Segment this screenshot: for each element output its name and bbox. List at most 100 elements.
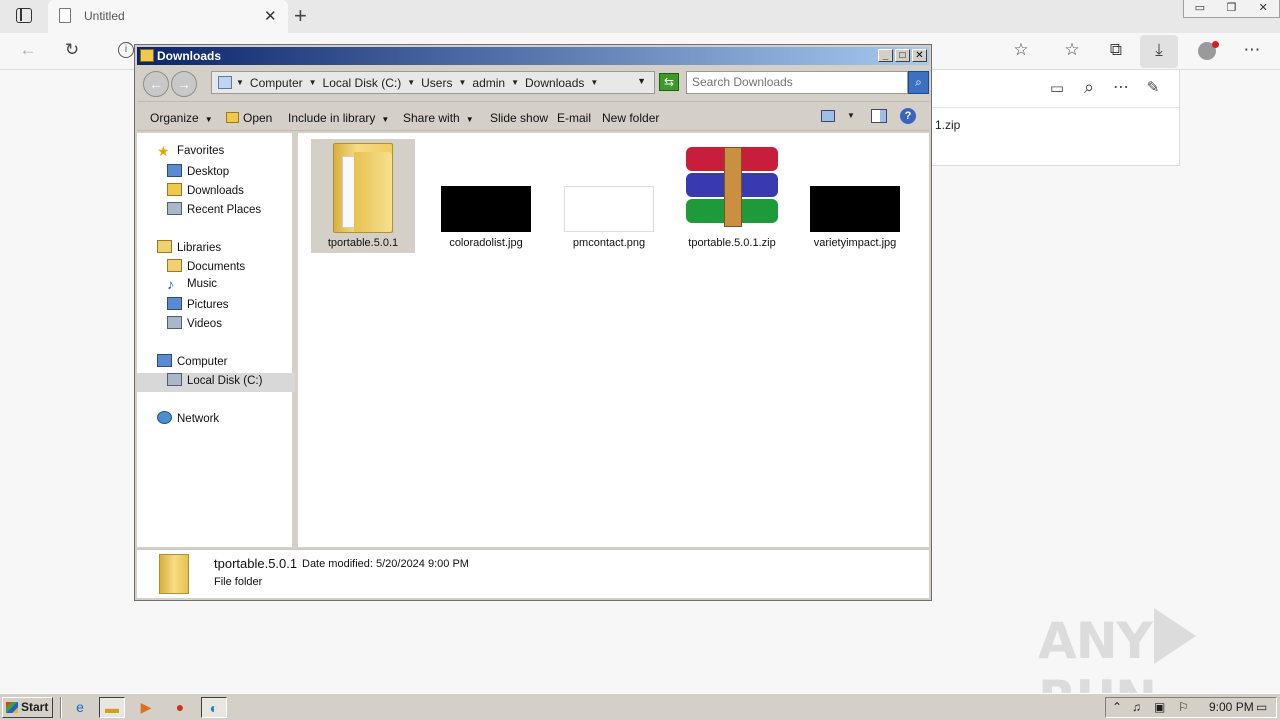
- search-icon[interactable]: ⌕: [908, 71, 929, 94]
- recent-places-icon: [167, 202, 182, 215]
- volume-icon[interactable]: ♫: [1132, 700, 1141, 714]
- downloads-panel-header: ▭ ⌕ ⋯ ✎: [931, 70, 1179, 108]
- file-name: varietyimpact.jpg: [813, 237, 897, 249]
- details-name: tportable.5.0.1: [214, 556, 298, 571]
- libraries-icon: [157, 240, 172, 253]
- videos-icon: [167, 316, 182, 329]
- open-button[interactable]: Open: [226, 111, 272, 125]
- add-favorite-icon[interactable]: ☆: [1009, 40, 1033, 60]
- command-bar: Organize ▼ Open Include in library ▼ Share…: [137, 101, 929, 131]
- file-item[interactable]: tportable.5.0.1.zip: [680, 139, 784, 253]
- file-name: coloradolist.jpg: [449, 237, 523, 249]
- pin-icon[interactable]: ✎: [1141, 78, 1165, 96]
- file-item[interactable]: coloradolist.jpg: [434, 139, 538, 253]
- folder-icon: [333, 143, 393, 233]
- slide-show-button[interactable]: Slide show: [490, 111, 548, 125]
- refresh-icon[interactable]: ⇆: [659, 73, 679, 91]
- new-folder-button[interactable]: New folder: [602, 111, 659, 125]
- breadcrumb-item[interactable]: Users: [421, 76, 452, 90]
- show-hidden-icons-icon[interactable]: ⌃: [1112, 700, 1122, 714]
- minimize-button[interactable]: _: [878, 49, 893, 62]
- refresh-icon[interactable]: ↻: [60, 40, 84, 60]
- media-player-icon[interactable]: ▶: [133, 697, 159, 718]
- nav-pictures[interactable]: Pictures: [167, 297, 229, 316]
- downloads-panel: ▭ ⌕ ⋯ ✎ 1.zip: [930, 69, 1180, 166]
- explorer-taskbar-icon[interactable]: ▬: [99, 697, 125, 718]
- edge-icon[interactable]: ◐: [201, 697, 227, 718]
- restore-button[interactable]: ❐: [1216, 0, 1248, 17]
- nav-recent-places[interactable]: Recent Places: [167, 202, 261, 221]
- file-item[interactable]: tportable.5.0.1: [311, 139, 415, 253]
- change-view-icon[interactable]: [821, 110, 835, 122]
- breadcrumb-item[interactable]: Downloads: [525, 76, 584, 90]
- search-icon[interactable]: ⌕: [1077, 77, 1101, 98]
- page-icon: [59, 8, 71, 23]
- address-dropdown-icon[interactable]: ▼: [637, 76, 646, 86]
- collections-icon[interactable]: ⧉: [1104, 40, 1128, 60]
- tab-actions-icon[interactable]: [16, 8, 32, 23]
- back-icon[interactable]: ←: [16, 40, 40, 60]
- file-item[interactable]: pmcontact.png: [557, 139, 661, 253]
- nav-libraries[interactable]: Libraries: [157, 240, 221, 259]
- explorer-window-controls: _ □ ✕: [878, 49, 927, 62]
- include-in-library-button[interactable]: Include in library ▼: [288, 111, 389, 125]
- image-thumbnail: [564, 186, 654, 232]
- downloads-folder-icon: [167, 183, 182, 196]
- tab-title: Untitled: [84, 9, 125, 23]
- downloads-button[interactable]: ⤓: [1140, 35, 1178, 68]
- minimize-button[interactable]: ▭: [1184, 0, 1216, 17]
- internet-explorer-icon[interactable]: e: [67, 697, 93, 718]
- browser-tab[interactable]: Untitled ✕: [48, 0, 288, 33]
- nav-music[interactable]: ♪ Music: [167, 277, 217, 297]
- search-input[interactable]: [692, 72, 882, 92]
- breadcrumb-item[interactable]: Computer: [250, 76, 303, 90]
- profile-avatar[interactable]: [1198, 41, 1219, 60]
- nav-computer[interactable]: Computer: [157, 354, 228, 373]
- maximize-button[interactable]: □: [895, 49, 910, 62]
- explorer-title-bar[interactable]: Downloads _ □ ✕: [137, 47, 929, 65]
- tab-close-icon[interactable]: ✕: [264, 7, 277, 25]
- details-type: File folder: [214, 576, 263, 588]
- local-disk-icon: [167, 373, 182, 386]
- close-button[interactable]: ✕: [912, 49, 927, 62]
- favorites-icon[interactable]: ☆: [1060, 40, 1084, 60]
- nav-downloads[interactable]: Downloads: [167, 183, 244, 202]
- nav-documents[interactable]: Documents: [167, 259, 245, 278]
- file-item[interactable]: varietyimpact.jpg: [803, 139, 907, 253]
- open-folder-icon[interactable]: ▭: [1045, 79, 1069, 97]
- preview-pane-icon[interactable]: [871, 109, 887, 123]
- view-dropdown-icon[interactable]: ▼: [847, 111, 855, 120]
- back-button[interactable]: ←: [143, 71, 169, 97]
- winrar-archive-icon: [686, 147, 778, 227]
- organize-button[interactable]: Organize ▼: [150, 111, 213, 125]
- email-button[interactable]: E-mail: [557, 111, 591, 125]
- forward-button[interactable]: →: [171, 71, 197, 97]
- nav-favorites[interactable]: ★ Favorites: [157, 144, 224, 164]
- nav-network[interactable]: Network: [157, 411, 219, 430]
- share-with-button[interactable]: Share with ▼: [403, 111, 474, 125]
- new-tab-button[interactable]: +: [294, 3, 307, 29]
- breadcrumb-item[interactable]: admin: [472, 76, 505, 90]
- nav-desktop[interactable]: Desktop: [167, 164, 229, 183]
- site-info-icon[interactable]: i: [118, 42, 134, 58]
- show-desktop-icon[interactable]: ▭: [1256, 700, 1267, 714]
- more-icon[interactable]: ⋯: [1240, 40, 1264, 60]
- download-item[interactable]: 1.zip: [935, 118, 960, 132]
- action-center-flag-icon[interactable]: ⚐: [1178, 700, 1189, 714]
- file-name: pmcontact.png: [572, 237, 646, 249]
- file-name: tportable.5.0.1: [327, 237, 399, 249]
- start-button[interactable]: Start: [2, 697, 53, 718]
- clock[interactable]: 9:00 PM: [1209, 700, 1254, 714]
- help-icon[interactable]: ?: [900, 108, 916, 124]
- chrome-icon[interactable]: ●: [167, 697, 193, 718]
- open-icon: [226, 112, 239, 123]
- more-options-icon[interactable]: ⋯: [1109, 77, 1133, 97]
- folder-icon: [159, 554, 189, 594]
- file-list: tportable.5.0.1 coloradolist.jpg pmconta…: [298, 133, 929, 547]
- breadcrumb[interactable]: ▼ Computer ▼ Local Disk (C:) ▼ Users ▼ admi…: [211, 71, 655, 94]
- breadcrumb-item[interactable]: Local Disk (C:): [323, 76, 402, 90]
- nav-local-disk[interactable]: Local Disk (C:): [137, 373, 295, 392]
- network-status-icon[interactable]: ▣: [1154, 700, 1165, 714]
- close-button[interactable]: ✕: [1247, 0, 1279, 17]
- nav-videos[interactable]: Videos: [167, 316, 222, 335]
